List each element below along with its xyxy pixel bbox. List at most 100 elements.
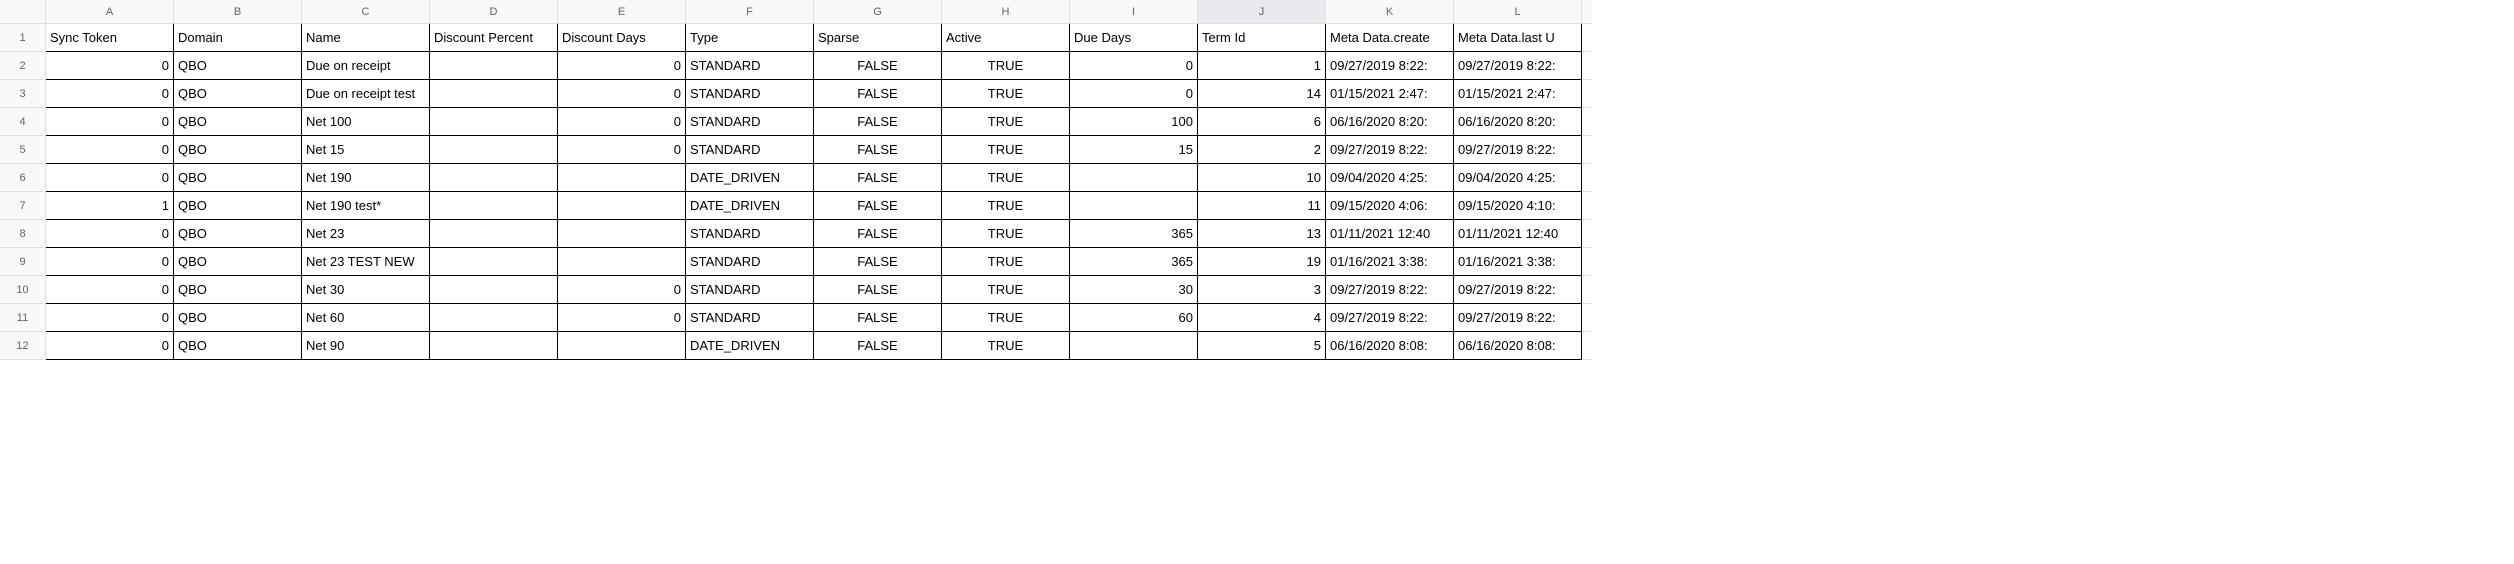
- cell-G12[interactable]: FALSE: [814, 332, 942, 360]
- cell-G2[interactable]: FALSE: [814, 52, 942, 80]
- cell-F7[interactable]: DATE_DRIVEN: [686, 192, 814, 220]
- cell-B6[interactable]: QBO: [174, 164, 302, 192]
- cell-L6[interactable]: 09/04/2020 4:25:: [1454, 164, 1582, 192]
- col-header-D[interactable]: D: [430, 0, 558, 24]
- cell-D10[interactable]: [430, 276, 558, 304]
- cell-F9[interactable]: STANDARD: [686, 248, 814, 276]
- col-header-B[interactable]: B: [174, 0, 302, 24]
- cell-C5[interactable]: Net 15: [302, 136, 430, 164]
- cell-J1[interactable]: Term Id: [1198, 24, 1326, 52]
- cell-A8[interactable]: 0: [46, 220, 174, 248]
- cell-H9[interactable]: TRUE: [942, 248, 1070, 276]
- row-header-3[interactable]: 3: [0, 80, 46, 108]
- cell-F12[interactable]: DATE_DRIVEN: [686, 332, 814, 360]
- cell-K1[interactable]: Meta Data.create: [1326, 24, 1454, 52]
- cell-F5[interactable]: STANDARD: [686, 136, 814, 164]
- cell-L9[interactable]: 01/16/2021 3:38:: [1454, 248, 1582, 276]
- cell-H3[interactable]: TRUE: [942, 80, 1070, 108]
- cell-F3[interactable]: STANDARD: [686, 80, 814, 108]
- cell-F11[interactable]: STANDARD: [686, 304, 814, 332]
- cell-K2[interactable]: 09/27/2019 8:22:: [1326, 52, 1454, 80]
- cell-K7[interactable]: 09/15/2020 4:06:: [1326, 192, 1454, 220]
- cell-F6[interactable]: DATE_DRIVEN: [686, 164, 814, 192]
- cell-E12[interactable]: [558, 332, 686, 360]
- cell-J9[interactable]: 19: [1198, 248, 1326, 276]
- cell-I11[interactable]: 60: [1070, 304, 1198, 332]
- cell-D1[interactable]: Discount Percent: [430, 24, 558, 52]
- cell-E10[interactable]: 0: [558, 276, 686, 304]
- cell-F2[interactable]: STANDARD: [686, 52, 814, 80]
- col-header-H[interactable]: H: [942, 0, 1070, 24]
- cell-G10[interactable]: FALSE: [814, 276, 942, 304]
- cell-C3[interactable]: Due on receipt test: [302, 80, 430, 108]
- cell-L2[interactable]: 09/27/2019 8:22:: [1454, 52, 1582, 80]
- cell-C6[interactable]: Net 190: [302, 164, 430, 192]
- cell-I4[interactable]: 100: [1070, 108, 1198, 136]
- cell-K12[interactable]: 06/16/2020 8:08:: [1326, 332, 1454, 360]
- col-header-E[interactable]: E: [558, 0, 686, 24]
- cell-F1[interactable]: Type: [686, 24, 814, 52]
- cell-B1[interactable]: Domain: [174, 24, 302, 52]
- cell-E5[interactable]: 0: [558, 136, 686, 164]
- cell-G3[interactable]: FALSE: [814, 80, 942, 108]
- cell-H5[interactable]: TRUE: [942, 136, 1070, 164]
- cell-C4[interactable]: Net 100: [302, 108, 430, 136]
- cell-B2[interactable]: QBO: [174, 52, 302, 80]
- cell-I1[interactable]: Due Days: [1070, 24, 1198, 52]
- cell-J10[interactable]: 3: [1198, 276, 1326, 304]
- cell-D12[interactable]: [430, 332, 558, 360]
- col-header-K[interactable]: K: [1326, 0, 1454, 24]
- cell-A12[interactable]: 0: [46, 332, 174, 360]
- cell-J11[interactable]: 4: [1198, 304, 1326, 332]
- cell-J2[interactable]: 1: [1198, 52, 1326, 80]
- row-header-6[interactable]: 6: [0, 164, 46, 192]
- cell-D3[interactable]: [430, 80, 558, 108]
- cell-L4[interactable]: 06/16/2020 8:20:: [1454, 108, 1582, 136]
- cell-C12[interactable]: Net 90: [302, 332, 430, 360]
- row-header-10[interactable]: 10: [0, 276, 46, 304]
- cell-G4[interactable]: FALSE: [814, 108, 942, 136]
- cell-B3[interactable]: QBO: [174, 80, 302, 108]
- row-header-12[interactable]: 12: [0, 332, 46, 360]
- row-header-2[interactable]: 2: [0, 52, 46, 80]
- cell-F4[interactable]: STANDARD: [686, 108, 814, 136]
- cell-C1[interactable]: Name: [302, 24, 430, 52]
- cell-D6[interactable]: [430, 164, 558, 192]
- cell-K5[interactable]: 09/27/2019 8:22:: [1326, 136, 1454, 164]
- cell-I9[interactable]: 365: [1070, 248, 1198, 276]
- cell-A3[interactable]: 0: [46, 80, 174, 108]
- col-header-A[interactable]: A: [46, 0, 174, 24]
- cell-B7[interactable]: QBO: [174, 192, 302, 220]
- cell-A9[interactable]: 0: [46, 248, 174, 276]
- row-header-11[interactable]: 11: [0, 304, 46, 332]
- cell-G9[interactable]: FALSE: [814, 248, 942, 276]
- cell-B9[interactable]: QBO: [174, 248, 302, 276]
- col-header-J[interactable]: J: [1198, 0, 1326, 24]
- cell-A11[interactable]: 0: [46, 304, 174, 332]
- cell-D11[interactable]: [430, 304, 558, 332]
- cell-C8[interactable]: Net 23: [302, 220, 430, 248]
- cell-E8[interactable]: [558, 220, 686, 248]
- cell-L10[interactable]: 09/27/2019 8:22:: [1454, 276, 1582, 304]
- cell-D5[interactable]: [430, 136, 558, 164]
- cell-A7[interactable]: 1: [46, 192, 174, 220]
- cell-E9[interactable]: [558, 248, 686, 276]
- cell-I3[interactable]: 0: [1070, 80, 1198, 108]
- cell-J7[interactable]: 11: [1198, 192, 1326, 220]
- cell-A5[interactable]: 0: [46, 136, 174, 164]
- cell-L3[interactable]: 01/15/2021 2:47:: [1454, 80, 1582, 108]
- cell-H10[interactable]: TRUE: [942, 276, 1070, 304]
- cell-K6[interactable]: 09/04/2020 4:25:: [1326, 164, 1454, 192]
- cell-H6[interactable]: TRUE: [942, 164, 1070, 192]
- col-header-G[interactable]: G: [814, 0, 942, 24]
- cell-L1[interactable]: Meta Data.last U: [1454, 24, 1582, 52]
- cell-B8[interactable]: QBO: [174, 220, 302, 248]
- cell-E1[interactable]: Discount Days: [558, 24, 686, 52]
- cell-J3[interactable]: 14: [1198, 80, 1326, 108]
- cell-H7[interactable]: TRUE: [942, 192, 1070, 220]
- cell-J12[interactable]: 5: [1198, 332, 1326, 360]
- cell-D7[interactable]: [430, 192, 558, 220]
- row-header-7[interactable]: 7: [0, 192, 46, 220]
- cell-I6[interactable]: [1070, 164, 1198, 192]
- cell-E4[interactable]: 0: [558, 108, 686, 136]
